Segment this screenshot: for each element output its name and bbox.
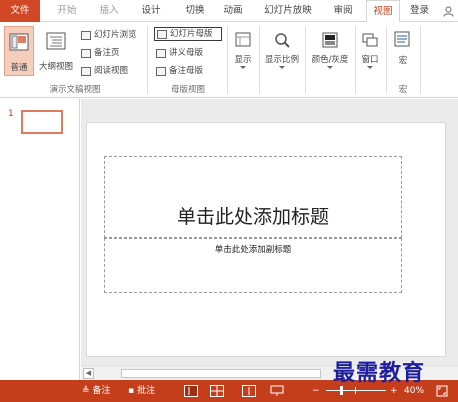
magnifier-icon	[275, 33, 290, 48]
ribbon-separator	[227, 26, 228, 94]
slide-thumbnail-pane: 1	[0, 99, 80, 380]
scroll-left-icon[interactable]: ◀	[83, 368, 94, 379]
macros-button[interactable]: 宏	[390, 26, 416, 76]
tab-design[interactable]: 设计	[136, 0, 166, 22]
comments-toggle[interactable]: ▪ 批注	[128, 380, 155, 402]
show-label: 显示	[234, 55, 252, 65]
chevron-down-icon	[240, 66, 246, 69]
slide[interactable]: 单击此处添加标题 单击此处添加副标题	[86, 122, 446, 357]
notes-master-label: 备注母版	[169, 66, 204, 76]
normal-view-button[interactable]: 普通	[4, 26, 34, 76]
zoom-slider-midmark	[355, 387, 356, 394]
slide-thumbnail[interactable]	[21, 110, 63, 134]
ribbon-view: 普通 大纲视图 幻灯片浏览 备注页 阅读视图 演示文稿视图 幻灯片母版 讲义母版…	[0, 22, 458, 98]
slide-sorter-button[interactable]: 幻灯片浏览	[79, 28, 137, 42]
ribbon-tab-bar: 文件 开始 插入 设计 切换 动画 幻灯片放映 审阅 视图 登录	[0, 0, 458, 23]
comment-icon: ▪	[128, 386, 135, 396]
slide-editing-area: 单击此处添加标题 单击此处添加副标题	[81, 99, 458, 365]
notes-master-icon	[156, 66, 166, 76]
slide-sorter-status-icon[interactable]	[210, 385, 224, 397]
notes-page-button[interactable]: 备注页	[79, 46, 120, 60]
tab-view[interactable]: 视图	[366, 0, 400, 23]
person-icon[interactable]	[438, 0, 458, 22]
ribbon-separator	[259, 26, 260, 94]
tab-insert[interactable]: 插入	[92, 0, 126, 22]
ribbon-separator	[305, 26, 306, 94]
reading-view-button[interactable]: 阅读视图	[79, 64, 128, 78]
zoom-button[interactable]: 显示比例	[262, 26, 302, 76]
handout-master-icon	[156, 48, 166, 58]
ribbon-separator	[386, 26, 387, 94]
normal-view-icon	[9, 33, 29, 51]
group-label-presentation-views: 演示文稿视图	[49, 85, 101, 95]
slide-number: 1	[8, 109, 14, 119]
watermark: 最需教育	[333, 360, 426, 386]
ribbon-separator	[355, 26, 356, 94]
tab-review[interactable]: 审阅	[328, 0, 358, 22]
zoom-slider[interactable]	[326, 390, 386, 391]
scrollbar-thumb[interactable]	[121, 369, 321, 378]
reading-view-label: 阅读视图	[94, 66, 129, 76]
tab-home[interactable]: 开始	[52, 0, 82, 22]
subtitle-placeholder[interactable]: 单击此处添加副标题	[104, 238, 402, 293]
chevron-down-icon	[279, 66, 285, 69]
handout-master-label: 讲义母版	[169, 48, 204, 58]
chevron-down-icon	[327, 66, 333, 69]
notes-toggle[interactable]: ≜ 备注	[82, 380, 111, 402]
normal-view-label: 普通	[10, 63, 28, 73]
ribbon-separator	[147, 26, 148, 94]
macros-icon	[394, 31, 410, 47]
notes-page-label: 备注页	[94, 48, 120, 58]
notes-master-button[interactable]: 备注母版	[154, 64, 203, 78]
slide-master-label: 幻灯片母版	[170, 29, 213, 39]
fit-to-window-icon[interactable]	[436, 385, 450, 397]
slideshow-status-icon[interactable]	[270, 385, 284, 397]
reading-view-icon	[81, 66, 91, 76]
show-button[interactable]: 显示	[230, 26, 256, 76]
notes-icon: ≜	[82, 386, 90, 396]
color-grayscale-icon	[322, 32, 338, 48]
handout-master-button[interactable]: 讲义母版	[154, 46, 203, 60]
tab-file[interactable]: 文件	[0, 0, 40, 22]
window-button[interactable]: 窗口	[357, 26, 383, 76]
color-grayscale-button[interactable]: 颜色/灰度	[307, 26, 353, 76]
notes-page-icon	[81, 48, 91, 58]
chevron-down-icon	[367, 66, 373, 69]
reading-view-status-icon[interactable]	[242, 385, 256, 397]
slide-master-icon	[157, 29, 167, 39]
ribbon-separator	[420, 26, 421, 94]
color-grayscale-label: 颜色/灰度	[311, 55, 349, 65]
outline-view-button[interactable]: 大纲视图	[36, 26, 76, 76]
zoom-slider-knob[interactable]	[340, 386, 343, 395]
outline-view-label: 大纲视图	[38, 62, 73, 72]
title-placeholder[interactable]: 单击此处添加标题	[104, 156, 402, 238]
group-label-macros: 宏	[398, 85, 408, 95]
zoom-out-button[interactable]: −	[312, 380, 320, 402]
show-icon	[235, 32, 251, 47]
normal-view-status-icon[interactable]	[184, 385, 198, 397]
comments-label: 批注	[137, 386, 156, 396]
outline-view-icon	[46, 32, 66, 50]
login-link[interactable]: 登录	[410, 0, 429, 22]
slide-master-button[interactable]: 幻灯片母版	[154, 27, 222, 41]
group-label-master-views: 母版视图	[170, 85, 205, 95]
zoom-label: 显示比例	[264, 55, 299, 65]
tab-slideshow[interactable]: 幻灯片放映	[258, 0, 318, 22]
window-icon	[362, 33, 378, 47]
slide-sorter-label: 幻灯片浏览	[94, 30, 137, 40]
slide-sorter-icon	[81, 30, 91, 40]
tab-animations[interactable]: 动画	[218, 0, 248, 22]
tab-transitions[interactable]: 切换	[180, 0, 210, 22]
notes-label: 备注	[92, 386, 111, 396]
macros-label: 宏	[398, 56, 408, 66]
window-label: 窗口	[361, 55, 379, 65]
